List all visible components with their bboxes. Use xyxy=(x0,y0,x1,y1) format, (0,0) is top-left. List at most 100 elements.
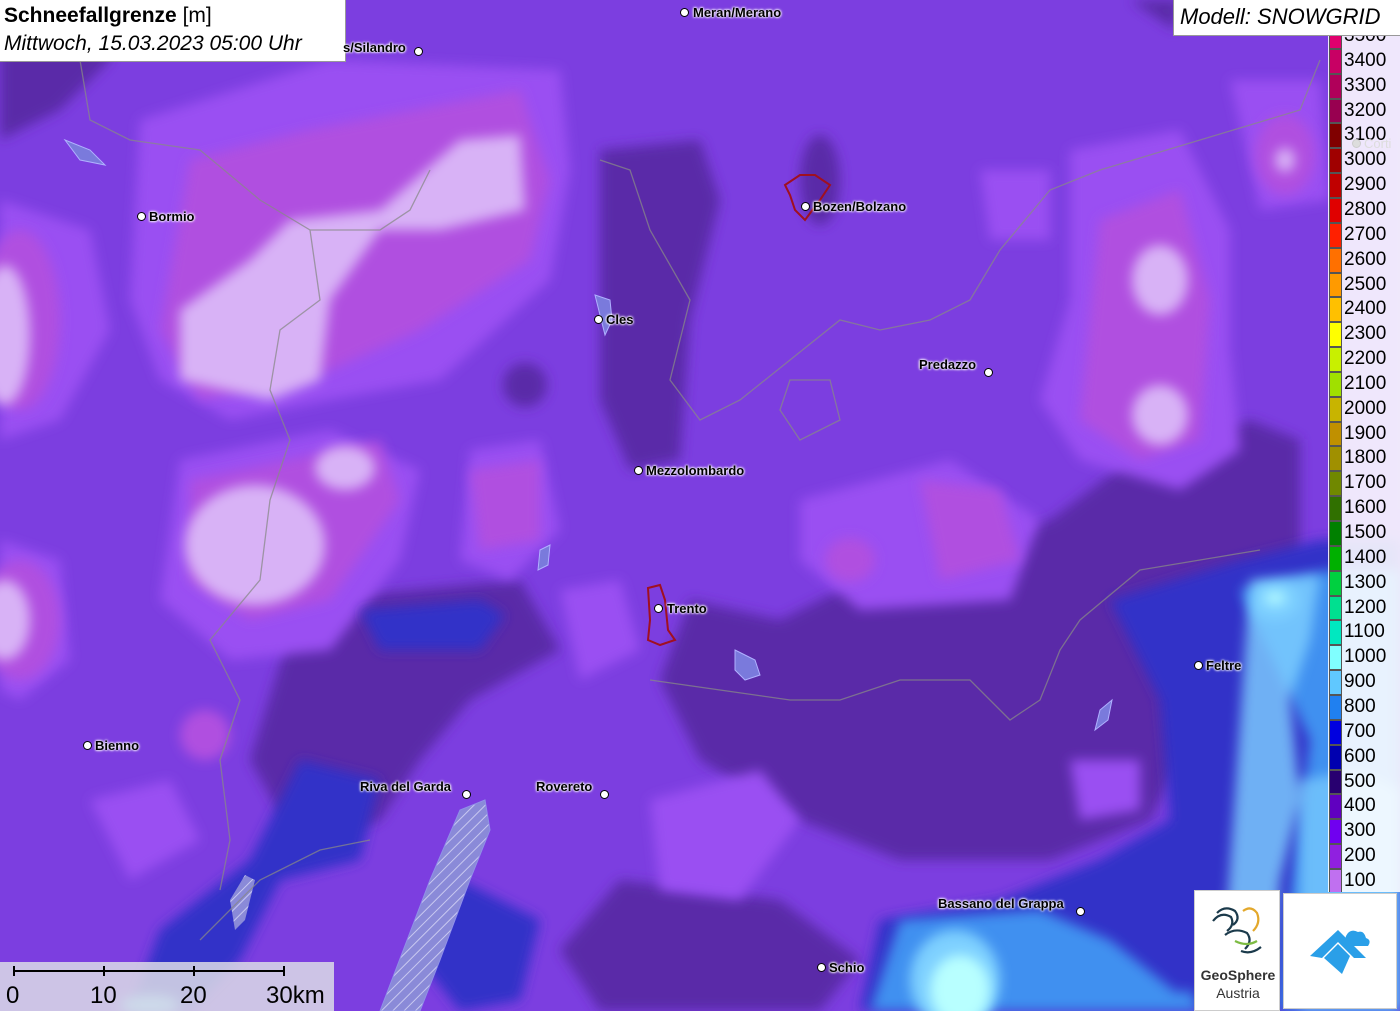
legend-swatch xyxy=(1329,396,1342,422)
city-marker[interactable] xyxy=(654,604,663,613)
legend-row: 700 xyxy=(1328,719,1400,745)
legend-swatch xyxy=(1329,148,1342,174)
city-label[interactable]: Predazzo xyxy=(919,357,976,372)
city-label[interactable]: Bormio xyxy=(149,209,195,224)
legend-swatch xyxy=(1329,322,1342,348)
legend-row: 400 xyxy=(1328,794,1400,820)
legend-label: 700 xyxy=(1344,720,1376,742)
city-label[interactable]: Schio xyxy=(829,960,864,975)
legend-swatch xyxy=(1329,620,1342,646)
city-marker[interactable] xyxy=(594,315,603,324)
legend-label: 1500 xyxy=(1344,522,1387,543)
city-marker[interactable] xyxy=(414,47,423,56)
city-label[interactable]: Riva del Garda xyxy=(360,779,451,794)
legend-swatch xyxy=(1329,719,1342,745)
legend-label: 2900 xyxy=(1344,174,1387,196)
legend-label: 2400 xyxy=(1344,298,1387,320)
scale-tick-30km: 30km xyxy=(266,982,325,1009)
legend-label: 1700 xyxy=(1344,472,1387,494)
geosphere-logo[interactable]: GeoSphere Austria xyxy=(1194,890,1280,1011)
city-label[interactable]: Feltre xyxy=(1206,658,1241,673)
legend-label: 300 xyxy=(1344,820,1376,842)
legend-row: 1800 xyxy=(1328,446,1400,472)
city-label[interactable]: Meran/Merano xyxy=(693,5,781,20)
legend-row: 3000 xyxy=(1328,148,1400,174)
legend-label: 3500 xyxy=(1344,36,1386,47)
city-marker[interactable] xyxy=(1076,907,1085,916)
city-marker[interactable] xyxy=(634,466,643,475)
legend-swatch xyxy=(1329,123,1342,149)
legend-row: 1500 xyxy=(1328,521,1400,546)
legend-row: 2400 xyxy=(1328,297,1400,323)
scale-tick-10: 10 xyxy=(90,982,117,1009)
legend-swatch xyxy=(1329,297,1342,323)
legend-label: 2000 xyxy=(1344,397,1387,419)
legend-swatch xyxy=(1329,222,1342,248)
legend-swatch xyxy=(1329,645,1342,671)
legend-swatch xyxy=(1329,36,1342,49)
map-canvas[interactable] xyxy=(0,0,1400,1011)
city-marker[interactable] xyxy=(984,368,993,377)
city-marker[interactable] xyxy=(1194,661,1203,670)
city-marker[interactable] xyxy=(462,790,471,799)
city-label[interactable]: Bienno xyxy=(95,738,139,753)
legend-row: 1000 xyxy=(1328,645,1400,671)
city-marker[interactable] xyxy=(817,963,826,972)
city-label[interactable]: Bozen/Bolzano xyxy=(813,199,906,214)
legend-row: 800 xyxy=(1328,694,1400,720)
scale-tick-0: 0 xyxy=(6,982,20,1009)
app-logo[interactable] xyxy=(1283,893,1397,1009)
legend-row: 2700 xyxy=(1328,222,1400,248)
legend-label: 400 xyxy=(1344,795,1376,817)
legend-label: 2100 xyxy=(1344,372,1387,394)
legend-swatch xyxy=(1329,794,1342,820)
legend-label: 3000 xyxy=(1344,149,1387,171)
legend-label: 3400 xyxy=(1344,49,1387,71)
legend-label: 2300 xyxy=(1344,323,1387,345)
city-label[interactable]: Rovereto xyxy=(536,779,592,794)
legend-row: 2600 xyxy=(1328,247,1400,273)
city-marker[interactable] xyxy=(1352,139,1361,148)
legend-swatch xyxy=(1329,496,1342,522)
legend-label: 1900 xyxy=(1344,422,1387,444)
legend-swatch xyxy=(1329,73,1342,99)
legend-row: 2000 xyxy=(1328,396,1400,422)
city-label[interactable]: Bassano del Grappa xyxy=(938,896,1064,911)
legend-swatch xyxy=(1329,421,1342,447)
legend-swatch xyxy=(1329,844,1342,869)
weather-app-icon xyxy=(1310,930,1370,974)
legend-label: 1300 xyxy=(1344,571,1387,593)
legend-swatch xyxy=(1329,446,1342,472)
legend-swatch xyxy=(1329,98,1342,124)
legend-row: 900 xyxy=(1328,670,1400,695)
legend-swatch xyxy=(1329,521,1342,546)
legend-label: 1000 xyxy=(1344,646,1387,668)
city-label[interactable]: s/Silandro xyxy=(343,40,406,55)
legend-swatch xyxy=(1329,769,1342,795)
city-marker[interactable] xyxy=(600,790,609,799)
legend-label: 100 xyxy=(1344,869,1376,891)
legend-row: 3500 xyxy=(1328,36,1400,49)
legend-label: 3300 xyxy=(1344,74,1387,96)
city-marker[interactable] xyxy=(680,8,689,17)
city-label[interactable]: Trento xyxy=(667,601,707,616)
city-marker[interactable] xyxy=(83,741,92,750)
legend-row: 300 xyxy=(1328,819,1400,845)
city-marker[interactable] xyxy=(137,212,146,221)
city-label[interactable]: Mezzolombardo xyxy=(646,463,744,478)
legend-label: 2600 xyxy=(1344,248,1387,270)
legend-row: 1100 xyxy=(1328,620,1400,646)
legend-label: 600 xyxy=(1344,745,1376,767)
legend-label: 800 xyxy=(1344,695,1376,717)
legend-row: 1900 xyxy=(1328,421,1400,447)
legend-swatch xyxy=(1329,819,1342,845)
city-label[interactable]: Cles xyxy=(606,312,633,327)
legend-row: 1700 xyxy=(1328,471,1400,497)
city-marker[interactable] xyxy=(801,202,810,211)
legend-row: 600 xyxy=(1328,744,1400,770)
color-legend: 3500340033003200310030002900280027002600… xyxy=(1328,36,1400,892)
legend-label: 900 xyxy=(1344,671,1376,693)
city-label[interactable]: Corti xyxy=(1364,136,1391,151)
legend-label: 1200 xyxy=(1344,596,1387,618)
legend-row: 3400 xyxy=(1328,48,1400,74)
